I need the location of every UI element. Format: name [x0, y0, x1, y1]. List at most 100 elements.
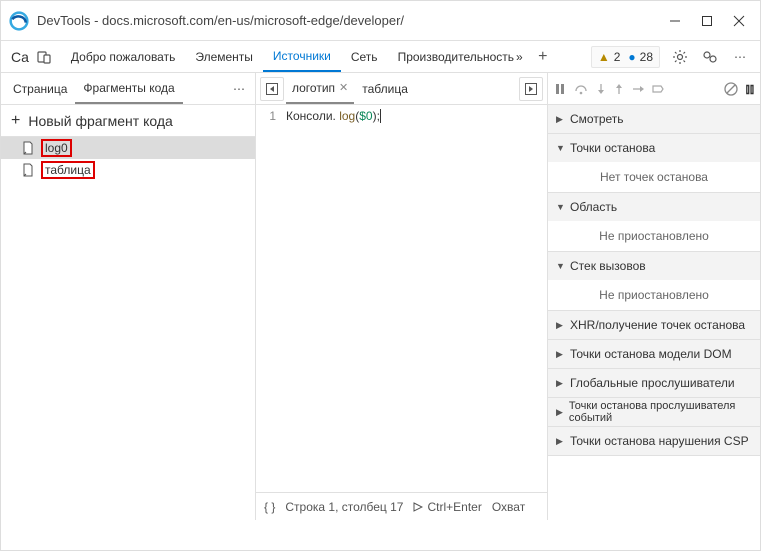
- chevron-down-icon: ▼: [556, 261, 564, 271]
- tab-elements-label: Элементы: [195, 50, 253, 64]
- panel-dom-header[interactable]: ▶Точки останова модели DOM: [548, 340, 760, 368]
- new-snippet-button[interactable]: + Новый фрагмент кода: [1, 105, 255, 137]
- navigator-subtabs: Страница Фрагменты кода ⋯: [1, 73, 255, 105]
- navigator-pane: Страница Фрагменты кода ⋯ + Новый фрагме…: [1, 73, 256, 520]
- panel-label: Стек вызовов: [570, 259, 646, 273]
- panel-callstack-body: Не приостановлено: [548, 280, 760, 310]
- panel-watch: ▶ Смотреть: [548, 105, 760, 134]
- maximize-button[interactable]: [700, 14, 714, 28]
- close-button[interactable]: [732, 14, 746, 28]
- braces-icon[interactable]: { }: [264, 500, 275, 514]
- chevron-right-icon: ▶: [556, 114, 564, 125]
- device-toggle-icon[interactable]: [35, 47, 55, 67]
- code-editor[interactable]: 1 Консоли. log($0);: [256, 105, 547, 492]
- editor-tab-table[interactable]: таблица: [356, 73, 414, 104]
- warning-count: 2: [614, 50, 621, 64]
- window-title: DevTools - docs.microsoft.com/en-us/micr…: [37, 13, 668, 28]
- panel-callstack: ▼ Стек вызовов Не приостановлено: [548, 252, 760, 311]
- panel-global-header[interactable]: ▶Глобальные прослушиватели: [548, 369, 760, 397]
- editor-tab-logo[interactable]: логотип ✕: [286, 73, 354, 104]
- collapse-debugger-button[interactable]: [519, 77, 543, 101]
- panel-label: Точки останова нарушения CSP: [570, 434, 749, 448]
- content-area: Страница Фрагменты кода ⋯ + Новый фрагме…: [1, 73, 760, 520]
- panel-label: Глобальные прослушиватели: [570, 376, 735, 390]
- cursor-position: Строка 1, столбец 17: [285, 500, 403, 514]
- panel-label: XHR/получение точек останова: [570, 318, 745, 332]
- debugger-more-icon[interactable]: ⫾⫾: [746, 81, 754, 97]
- tab-welcome[interactable]: Добро пожаловать: [61, 41, 185, 72]
- titlebar: DevTools - docs.microsoft.com/en-us/micr…: [1, 1, 760, 41]
- code-arg: $0: [359, 109, 372, 123]
- panel-xhr-breakpoints: ▶ XHR/получение точек останова: [548, 311, 760, 340]
- tab-sources[interactable]: Источники: [263, 41, 341, 72]
- panel-event-header[interactable]: ▶ Точки останова прослушивателя событий: [548, 398, 760, 426]
- editor-tab-label: таблица: [362, 82, 408, 96]
- panel-scope-header[interactable]: ▼Область: [548, 193, 760, 221]
- code-content[interactable]: Консоли. log($0);: [282, 105, 547, 492]
- panel-breakpoints-body: Нет точек останова: [548, 162, 760, 192]
- step-out-icon[interactable]: [614, 83, 624, 95]
- pause-exceptions-icon[interactable]: [724, 82, 738, 96]
- panel-label: Точки останова прослушивателя событий: [569, 400, 752, 424]
- run-snippet-button[interactable]: Ctrl+Enter: [413, 500, 481, 514]
- inspect-label[interactable]: Ca: [11, 49, 29, 65]
- coverage-label[interactable]: Охват: [492, 500, 525, 514]
- panel-callstack-header[interactable]: ▼ Стек вызовов: [548, 252, 760, 280]
- panel-scope: ▼Область Не приостановлено: [548, 193, 760, 252]
- subtab-page-label: Страница: [13, 82, 67, 96]
- editor-tab-label: логотип: [292, 81, 335, 95]
- panel-breakpoints-header[interactable]: ▼ Точки останова: [548, 134, 760, 162]
- main-tabs: Добро пожаловать Элементы Источники Сеть…: [61, 41, 533, 72]
- panel-xhr-header[interactable]: ▶ XHR/получение точек останова: [548, 311, 760, 339]
- tab-performance[interactable]: Производительность»: [388, 41, 533, 72]
- more-menu-icon[interactable]: ⋯: [730, 47, 750, 67]
- step-icon[interactable]: [632, 83, 644, 95]
- subtab-snippets-label: Фрагменты кода: [83, 81, 174, 95]
- close-tab-icon[interactable]: ✕: [339, 81, 348, 94]
- chevron-right-icon: ▶: [556, 320, 564, 331]
- debugger-panels: ▶ Смотреть ▼ Точки останова Нет точек оста…: [548, 105, 760, 520]
- snippet-list: log0 таблица: [1, 137, 255, 520]
- chevron-down-icon: ▼: [556, 202, 564, 212]
- run-shortcut-label: Ctrl+Enter: [427, 500, 481, 514]
- subtab-page[interactable]: Страница: [5, 73, 75, 104]
- info-count: 28: [640, 50, 653, 64]
- issues-badge[interactable]: ▲2 ●28: [591, 46, 660, 68]
- edge-icon: [9, 11, 29, 31]
- tab-welcome-label: Добро пожаловать: [71, 50, 175, 64]
- chevron-right-icon: ▶: [556, 436, 564, 447]
- step-into-icon[interactable]: [596, 83, 606, 95]
- tab-network-label: Сеть: [351, 50, 378, 64]
- editor-tabs: логотип ✕ таблица: [256, 73, 547, 105]
- main-toolbar: Ca Добро пожаловать Элементы Источники С…: [1, 41, 760, 73]
- settings-icon[interactable]: [670, 47, 690, 67]
- chevron-right-icon: ▶: [556, 349, 564, 360]
- deactivate-breakpoints-icon[interactable]: [652, 83, 664, 95]
- tab-elements[interactable]: Элементы: [185, 41, 263, 72]
- panel-watch-header[interactable]: ▶ Смотреть: [548, 105, 760, 133]
- editor-pane: логотип ✕ таблица 1 Консоли. log($0); { …: [256, 73, 548, 520]
- minimize-button[interactable]: [668, 14, 682, 28]
- panel-body-text: Нет точек останова: [600, 170, 708, 184]
- snippet-item-log0[interactable]: log0: [1, 137, 255, 159]
- panel-label: Точки останова: [570, 141, 655, 155]
- snippet-file-icon: [21, 163, 35, 177]
- panel-scope-body: Не приостановлено: [548, 221, 760, 251]
- panel-label: Смотреть: [570, 112, 624, 126]
- tab-network[interactable]: Сеть: [341, 41, 388, 72]
- chevron-down-icon: ▼: [556, 143, 564, 153]
- editor-statusbar: { } Строка 1, столбец 17 Ctrl+Enter Охва…: [256, 492, 547, 520]
- chevron-right-icon: ▶: [556, 407, 563, 418]
- step-over-icon[interactable]: [574, 83, 588, 95]
- navigator-more-icon[interactable]: ⋯: [227, 82, 251, 96]
- pause-icon[interactable]: [554, 83, 566, 95]
- panel-csp-header[interactable]: ▶ Точки останова нарушения CSP: [548, 427, 760, 455]
- add-tab-button[interactable]: +: [533, 47, 553, 67]
- feedback-icon[interactable]: [700, 47, 720, 67]
- line-number: 1: [269, 109, 276, 123]
- collapse-navigator-button[interactable]: [260, 77, 284, 101]
- panel-dom-breakpoints: ▶Точки останова модели DOM: [548, 340, 760, 369]
- snippet-item-table[interactable]: таблица: [1, 159, 255, 181]
- subtab-snippets[interactable]: Фрагменты кода: [75, 73, 182, 104]
- line-gutter: 1: [256, 105, 282, 492]
